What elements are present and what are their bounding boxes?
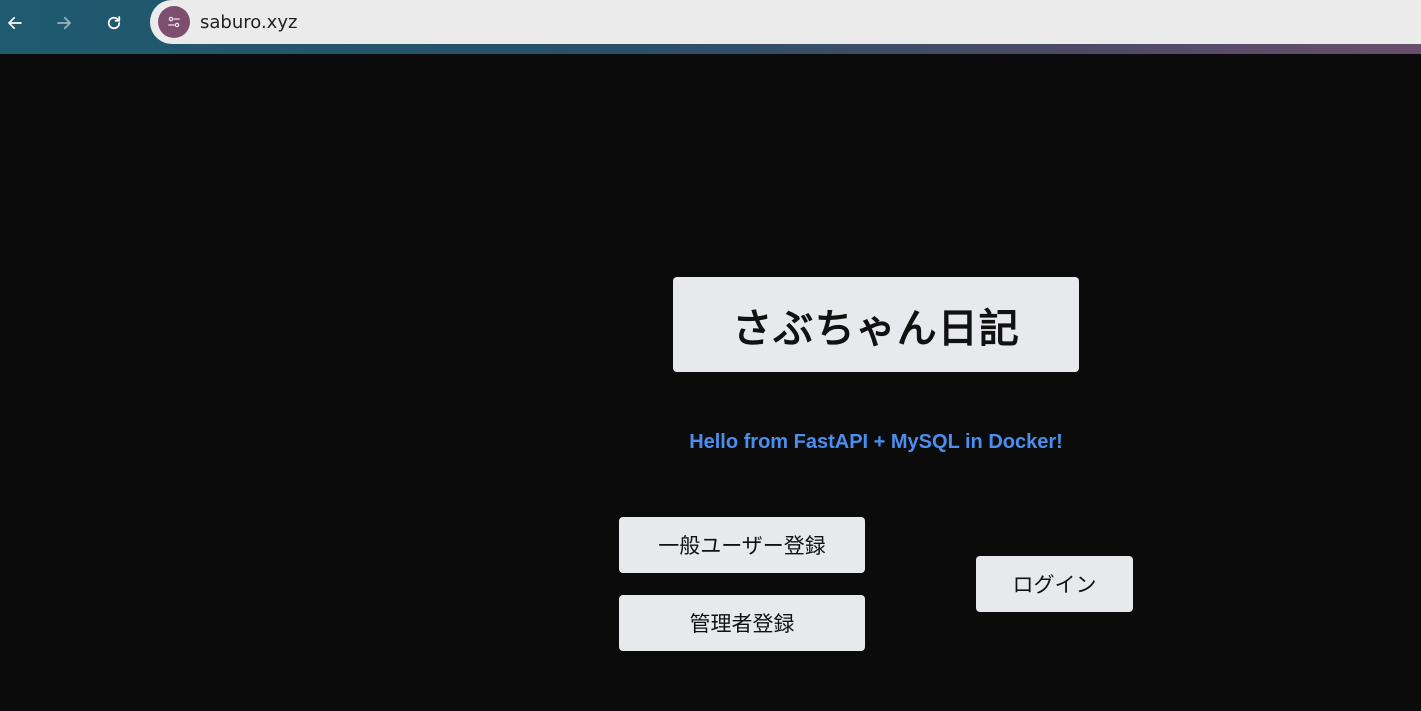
arrow-left-icon: [8, 16, 22, 30]
arrow-right-icon: [57, 16, 71, 30]
address-bar[interactable]: saburo.xyz: [150, 0, 1421, 44]
page-title-card: さぶちゃん日記: [673, 277, 1079, 372]
admin-register-button[interactable]: 管理者登録: [619, 595, 865, 651]
reload-button[interactable]: [99, 8, 129, 38]
site-settings-icon[interactable]: [158, 6, 190, 38]
page-title: さぶちゃん日記: [732, 306, 1020, 351]
reload-icon: [107, 16, 121, 30]
back-button[interactable]: [0, 8, 30, 38]
login-button[interactable]: ログイン: [976, 556, 1133, 612]
url-text[interactable]: saburo.xyz: [200, 12, 297, 33]
browser-toolbar: saburo.xyz: [0, 0, 1421, 54]
hello-message: Hello from FastAPI + MySQL in Docker!: [689, 431, 1063, 453]
general-user-register-button[interactable]: 一般ユーザー登録: [619, 517, 865, 573]
forward-button[interactable]: [49, 8, 79, 38]
